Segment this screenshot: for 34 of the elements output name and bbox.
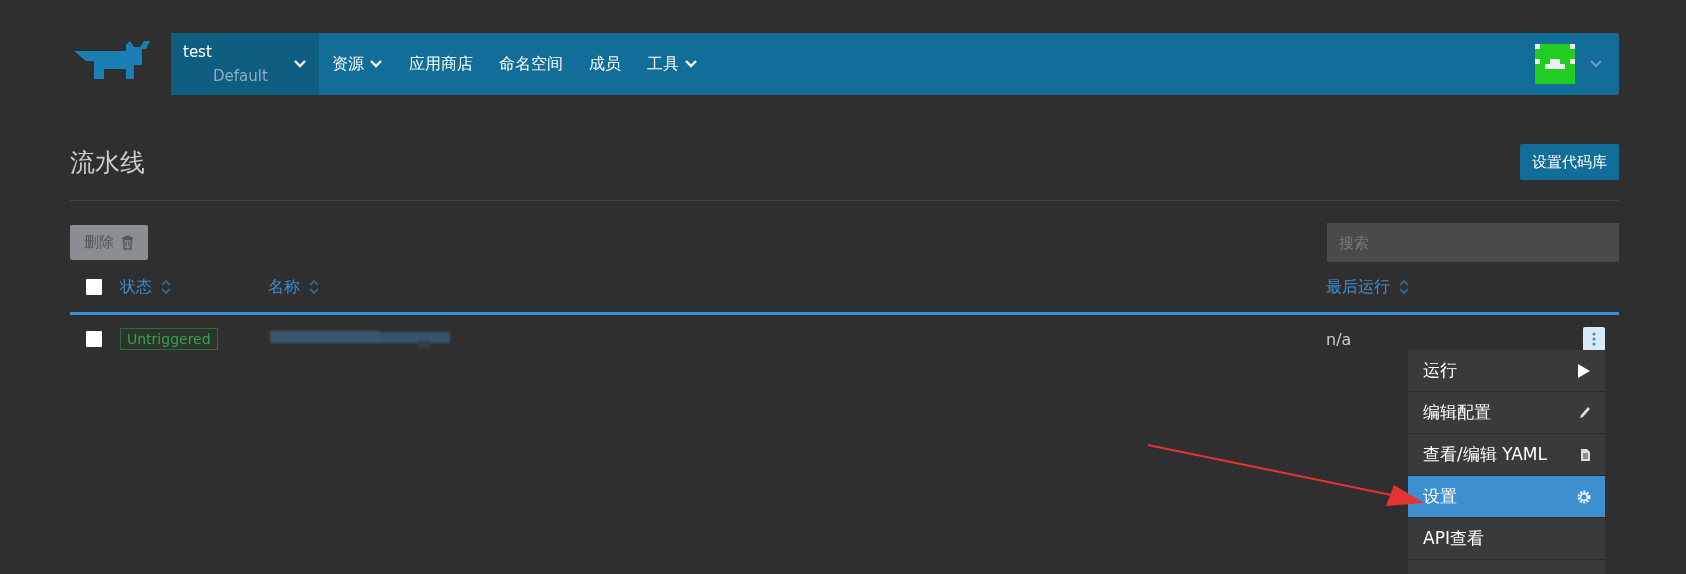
menu-item[interactable]: 设置 (1408, 476, 1605, 518)
avatar-icon (1535, 44, 1575, 84)
chevron-down-icon (293, 59, 307, 69)
column-header[interactable]: 状态 (120, 276, 152, 298)
pencil-icon (1579, 405, 1591, 420)
status-label: Untriggered (120, 328, 218, 350)
vertical-dots-icon (1592, 332, 1596, 346)
nav-item[interactable]: 成员 (576, 53, 634, 75)
nav-item[interactable]: 资源 (319, 53, 396, 75)
nav-item[interactable]: 工具 (634, 53, 711, 75)
trash-icon (121, 235, 134, 250)
more-actions-button[interactable] (1583, 327, 1605, 351)
last-run-value: n/a (1326, 329, 1352, 349)
checkbox[interactable] (86, 279, 102, 295)
nav-item[interactable]: 应用商店 (396, 53, 486, 75)
settings-icon (1577, 489, 1591, 504)
play-icon (1577, 362, 1591, 379)
configure-repositories-button[interactable]: 设置代码库 (1520, 144, 1619, 180)
chevron-down-icon (1589, 59, 1603, 69)
menu-item[interactable]: API查看 (1408, 518, 1605, 560)
cluster-name: test (183, 43, 213, 61)
sort-icon[interactable] (308, 278, 320, 296)
checkbox[interactable] (86, 331, 102, 347)
menu-item[interactable]: 编辑配置 (1408, 392, 1605, 434)
document-icon (1580, 447, 1591, 462)
column-header[interactable]: 名称 (268, 276, 300, 298)
sort-icon[interactable] (1398, 278, 1410, 296)
project-name: Default (213, 67, 269, 85)
nav-item[interactable]: 命名空间 (486, 53, 576, 75)
menu-item[interactable]: 运行 (1408, 350, 1605, 392)
sort-icon[interactable] (160, 278, 172, 296)
cluster-switcher[interactable]: test Default (171, 33, 319, 95)
page-title: 流水线 (70, 146, 145, 179)
column-header[interactable]: 最后运行 (1326, 276, 1390, 298)
